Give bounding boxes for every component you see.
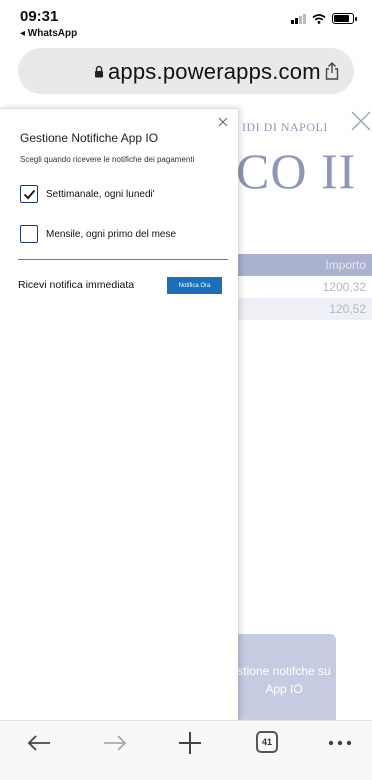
- plus-icon[interactable]: [176, 729, 204, 757]
- battery-fill: [334, 15, 350, 22]
- weekly-checkbox[interactable]: [20, 185, 38, 203]
- university-name-top: IDI DI NAPOLI: [242, 120, 328, 134]
- url-text[interactable]: apps.powerapps.com: [108, 59, 321, 85]
- forward-arrow-icon[interactable]: [102, 729, 128, 757]
- status-bar: 09:31 ◂ WhatsApp: [0, 0, 372, 44]
- table-row: 1200,32: [232, 276, 372, 298]
- close-icon[interactable]: [350, 110, 372, 132]
- battery-icon: [332, 13, 357, 24]
- monthly-label: Mensile, ogni primo del mese: [46, 228, 177, 240]
- table-row: 120,52: [232, 298, 372, 320]
- weekly-label: Settimanale, ogni lunedi': [46, 188, 155, 200]
- share-icon[interactable]: [324, 61, 340, 81]
- notifications-panel: Gestione Notifiche App IO Scegli quando …: [0, 108, 238, 720]
- option-monthly[interactable]: Mensile, ogni primo del mese: [20, 225, 176, 243]
- notify-now-button[interactable]: Notifica Ora: [167, 277, 222, 294]
- tab-switcher-button[interactable]: 41: [256, 731, 278, 753]
- signal-icon: [291, 13, 306, 24]
- back-arrow-icon[interactable]: [26, 729, 52, 757]
- panel-title: Gestione Notifiche App IO: [20, 131, 159, 145]
- status-icons: [291, 13, 357, 24]
- monthly-checkbox[interactable]: [20, 225, 38, 243]
- table-cell-importo: 1200,32: [322, 280, 366, 294]
- immediate-notification-label: Ricevi notifica immediata: [18, 279, 135, 291]
- table-cell-importo: 120,52: [329, 302, 366, 316]
- panel-subtitle: Scegli quando ricevere le notifiche dei …: [20, 155, 195, 164]
- wifi-icon: [312, 13, 326, 24]
- option-weekly[interactable]: Settimanale, ogni lunedi': [20, 185, 155, 203]
- close-icon[interactable]: [218, 117, 228, 127]
- status-time: 09:31: [20, 8, 59, 25]
- lock-icon: [95, 65, 103, 78]
- browser-toolbar: 41: [0, 720, 372, 780]
- manage-notifications-button[interactable]: stione notifche su App IO: [224, 634, 336, 720]
- back-to-app-link[interactable]: ◂ WhatsApp: [20, 28, 77, 39]
- university-name-big: CO II: [236, 143, 357, 199]
- table-header: Importo: [232, 254, 372, 276]
- address-bar[interactable]: apps.powerapps.com: [18, 48, 354, 94]
- column-header-importo: Importo: [325, 258, 366, 272]
- manage-notifications-label: stione notifche su App IO: [237, 664, 331, 696]
- checkmark-icon: [23, 189, 35, 199]
- divider: [18, 259, 228, 260]
- more-dots-icon[interactable]: [328, 729, 352, 757]
